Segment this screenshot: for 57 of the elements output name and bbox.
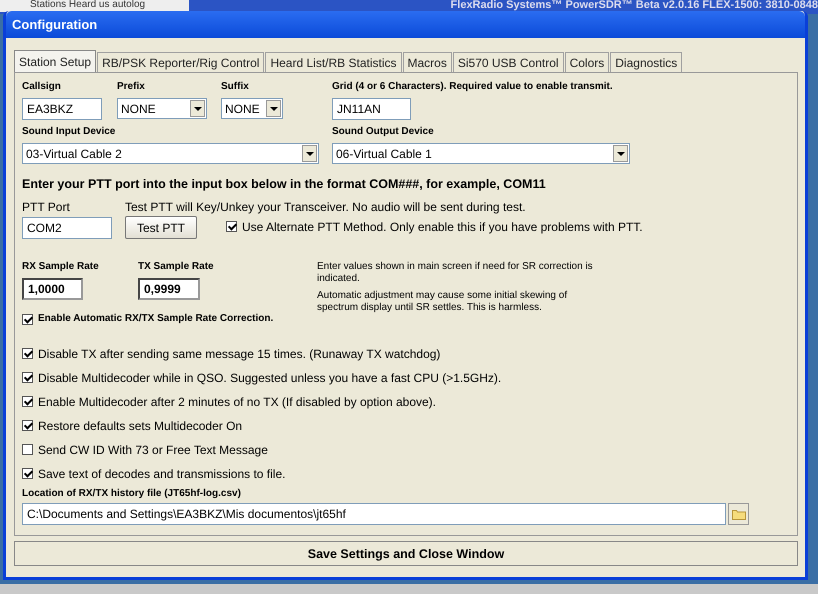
background-window-title: FlexRadio Systems™ PowerSDR™ Beta v2.0.16 FLEX-1500: 3810-0848	[450, 0, 818, 11]
checkbox-label: Disable Multidecoder while in QSO. Suggested unless you have a fast CPU (>1.5GHz).	[38, 370, 502, 384]
caret-icon	[302, 145, 317, 162]
tab[interactable]: Heard List/RB Statistics	[265, 52, 402, 72]
grid-field[interactable]: JN11AN	[332, 98, 411, 120]
caret-icon	[190, 100, 205, 117]
checkbox[interactable]	[22, 372, 33, 383]
tx-sample-rate-field[interactable]: 0,9999	[138, 278, 200, 300]
field-label: Callsign	[22, 81, 62, 93]
folder-icon	[732, 508, 746, 520]
tab[interactable]: Si570 USB Control	[452, 52, 564, 72]
field-label: TX Sample Rate	[138, 261, 214, 273]
caret-icon	[266, 100, 281, 117]
field-label: Location of RX/TX history file (JT65hf-log.csv)	[22, 488, 242, 500]
field-label: Grid (4 or 6 Characters). Required value to enable transmit.	[332, 81, 613, 93]
tab[interactable]: Diagnostics	[610, 52, 682, 72]
field-label: Prefix	[117, 81, 146, 93]
callsign-field[interactable]: EA3BKZ	[22, 98, 102, 120]
note-text: Test PTT will Key/Unkey your Transceiver. No audio will be sent during test.	[125, 200, 526, 214]
instruction-text: Enter your PTT port into the input box below in the format COM###, for example, COM11	[22, 177, 547, 191]
tab[interactable]: Colors	[564, 52, 610, 72]
tab[interactable]: Macros	[402, 52, 452, 72]
tab[interactable]: RB/PSK Reporter/Rig Control	[97, 52, 264, 72]
checkbox[interactable]	[22, 468, 33, 479]
tab[interactable]: Station Setup	[14, 50, 96, 72]
checkbox-label: Restore defaults sets Multidecoder On	[38, 418, 242, 432]
ptt-port-field[interactable]: COM2	[22, 216, 112, 238]
checkbox[interactable]	[22, 314, 33, 324]
checkbox-label: Disable TX after sending same message 15 times. (Runaway TX watchdog)	[38, 346, 440, 360]
sound-input-dropdown[interactable]: 03-Virtual Cable 2	[22, 143, 319, 164]
checkbox-label: Enable Automatic RX/TX Sample Rate Correction.	[38, 313, 274, 325]
sound-output-dropdown[interactable]: 06-Virtual Cable 1	[332, 143, 630, 164]
checkbox-label: Enable Multidecoder after 2 minutes of no TX (If disabled by option above).	[38, 394, 436, 408]
field-label: RX Sample Rate	[22, 261, 100, 273]
suffix-dropdown[interactable]: NONE	[221, 98, 283, 119]
field-label: PTT Port	[22, 200, 71, 214]
note-text: Automatic adjustment may cause some initial skewing of spectrum display until SR settles. This is harmless.	[317, 290, 568, 314]
field-label: Sound Output Device	[332, 126, 435, 138]
checkbox[interactable]	[22, 420, 33, 431]
caret-icon	[613, 145, 628, 162]
checkbox-label: Send CW ID With 73 or Free Text Message	[38, 442, 268, 456]
field-label: Sound Input Device	[22, 126, 116, 138]
checkbox-label: Save text of decodes and transmissions to file.	[38, 466, 286, 480]
test-ptt-button[interactable]: Test PTT	[125, 216, 197, 239]
checkbox[interactable]	[22, 444, 33, 455]
background-window-title: Stations Heard us autolog	[0, 0, 189, 12]
checkbox[interactable]	[22, 396, 33, 407]
rx-sample-rate-field[interactable]: 1,0000	[22, 278, 83, 300]
checkbox[interactable]	[226, 221, 237, 232]
window-title: Configuration	[6, 11, 805, 38]
checkbox-label: Use Alternate PTT Method. Only enable this if you have problems with PTT.	[242, 220, 643, 234]
save-button[interactable]: Save Settings and Close Window	[14, 541, 798, 566]
history-path-field[interactable]: C:\Documents and Settings\EA3BKZ\Mis documentos\jt65hf	[22, 503, 726, 525]
note-text: Enter values shown in main screen if need for SR correction is indicated.	[317, 261, 594, 285]
checkbox[interactable]	[22, 348, 33, 359]
field-label: Suffix	[221, 81, 250, 93]
prefix-dropdown[interactable]: NONE	[117, 98, 207, 119]
